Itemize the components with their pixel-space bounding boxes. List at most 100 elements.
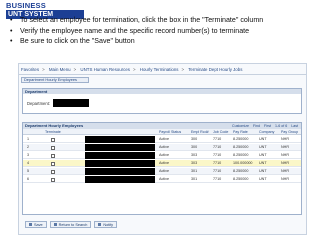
pay-rate: 8.250000 (233, 177, 249, 181)
employee-name-redacted (85, 144, 155, 151)
column-empl-rcd: Empl Rcd# (191, 130, 209, 134)
grid-find-link[interactable]: Find (253, 124, 260, 128)
empl-rcd: 300 (191, 145, 198, 149)
employee-name-redacted (85, 160, 155, 167)
column-pay-rate: Pay Rate (233, 130, 248, 134)
breadcrumb-favorites[interactable]: Favorites (21, 67, 39, 72)
pay-group: NHR (281, 137, 289, 141)
employee-name-redacted (85, 152, 155, 159)
payroll-status: Active (159, 153, 170, 157)
grid-first-link[interactable]: First (264, 124, 271, 128)
company: UNT (259, 169, 267, 173)
action-buttons: Save Return to Search Notify (25, 221, 118, 228)
pay-rate: 8.250000 (233, 145, 249, 149)
table-row: 3 Active 303 7710 8.250000 UNT NHR (23, 152, 301, 159)
breadcrumb-hr[interactable]: UNTS Human Resources (80, 67, 130, 72)
breadcrumb: Favorites > Main Menu > UNTS Human Resourc… (21, 67, 243, 72)
company: UNT (259, 137, 267, 141)
table-row-highlighted: 4 Active 303 7710 100.000000 UNT NHR (23, 160, 301, 167)
terminate-checkbox[interactable] (51, 161, 55, 166)
grid-last-link[interactable]: Last (291, 124, 298, 128)
job-code: 7710 (213, 177, 222, 181)
return-button-label: Return to Search (58, 222, 88, 227)
column-terminate: Terminate (45, 130, 61, 134)
company: UNT (259, 161, 267, 165)
payroll-status: Active (159, 169, 170, 173)
save-button[interactable]: Save (25, 221, 47, 228)
column-payroll-status: Payroll Status (159, 130, 182, 134)
pay-rate: 8.250000 (233, 137, 249, 141)
column-job-code: Job Code (213, 130, 229, 134)
breadcrumb-current: Terminate Dept Hourly Jobs (188, 67, 243, 72)
table-row: 1 Active 300 7710 8.250000 UNT NHR (23, 136, 301, 143)
job-code: 7710 (213, 161, 222, 165)
department-section-title: Department (23, 89, 301, 94)
row-number: 3 (27, 153, 30, 157)
notify-icon (98, 223, 102, 226)
row-number: 5 (27, 169, 30, 173)
save-button-label: Save (34, 222, 43, 227)
column-pay-group: Pay Group (281, 130, 299, 134)
tab-department-hourly-employees[interactable]: Department Hourly Employees (21, 77, 89, 83)
save-icon (29, 223, 32, 226)
payroll-status: Active (159, 177, 170, 181)
pay-group: NHR (281, 145, 289, 149)
pay-rate: 100.000000 (233, 161, 253, 165)
instruction-item: Be sure to click on the "Save" button (10, 36, 315, 47)
column-company: Company (259, 130, 275, 134)
row-number: 4 (27, 161, 30, 165)
pay-rate: 8.250000 (233, 169, 249, 173)
department-label: Department: (27, 101, 51, 106)
app-screenshot: Favorites > Main Menu > UNTS Human Resourc… (18, 63, 307, 235)
payroll-status: Active (159, 145, 170, 149)
payroll-status: Active (159, 161, 170, 165)
pay-group: NHR (281, 169, 289, 173)
table-row: 5 Active 301 7710 8.250000 UNT NHR (23, 168, 301, 175)
notify-button[interactable]: Notify (94, 221, 118, 228)
terminate-checkbox[interactable] (51, 169, 55, 174)
terminate-checkbox[interactable] (51, 153, 55, 158)
breadcrumb-terminations[interactable]: Hourly Terminations (140, 67, 179, 72)
table-row: 6 Active 301 7710 8.250000 UNT NHR (23, 176, 301, 183)
instruction-item: To select an employee for termination, c… (10, 15, 315, 26)
instruction-list: To select an employee for termination, c… (10, 15, 315, 47)
logo-top-text: BUSINESS (6, 1, 84, 10)
company: UNT (259, 145, 267, 149)
job-code: 7710 (213, 145, 222, 149)
instruction-item: Verify the employee name and the specifi… (10, 26, 315, 37)
terminate-checkbox[interactable] (51, 177, 55, 182)
notify-button-label: Notify (103, 222, 114, 227)
terminate-checkbox[interactable] (51, 137, 55, 142)
job-code: 7710 (213, 169, 222, 173)
empl-rcd: 303 (191, 161, 198, 165)
divider (19, 74, 306, 75)
grid-customize-link[interactable]: Customize (232, 124, 249, 128)
empl-rcd: 303 (191, 153, 198, 157)
table-row: 2 Active 300 7710 8.250000 UNT NHR (23, 144, 301, 151)
pay-rate: 8.250000 (233, 153, 249, 157)
empl-rcd: 301 (191, 169, 198, 173)
department-value-redacted (53, 99, 89, 107)
job-code: 7710 (213, 153, 222, 157)
row-number: 2 (27, 145, 30, 149)
row-number: 6 (27, 177, 30, 181)
terminate-checkbox[interactable] (51, 145, 55, 150)
pay-group: NHR (281, 153, 289, 157)
employee-name-redacted (85, 168, 155, 175)
pay-group: NHR (281, 177, 289, 181)
employee-name-redacted (85, 176, 155, 183)
grid-row-count: 1-6 of 6 (275, 124, 288, 128)
pay-group: NHR (281, 161, 289, 165)
employee-grid: Department Hourly Employees Customize Fi… (22, 122, 302, 215)
empl-rcd: 301 (191, 177, 198, 181)
return-to-search-button[interactable]: Return to Search (49, 221, 92, 228)
company: UNT (259, 153, 267, 157)
department-section: Department Department: (22, 88, 302, 114)
employee-name-redacted (85, 136, 155, 143)
grid-header-row: Terminate Payroll Status Empl Rcd# Job C… (23, 129, 301, 135)
breadcrumb-main-menu[interactable]: Main Menu (49, 67, 71, 72)
empl-rcd: 300 (191, 137, 198, 141)
return-icon (53, 223, 57, 226)
job-code: 7710 (213, 137, 222, 141)
payroll-status: Active (159, 137, 170, 141)
